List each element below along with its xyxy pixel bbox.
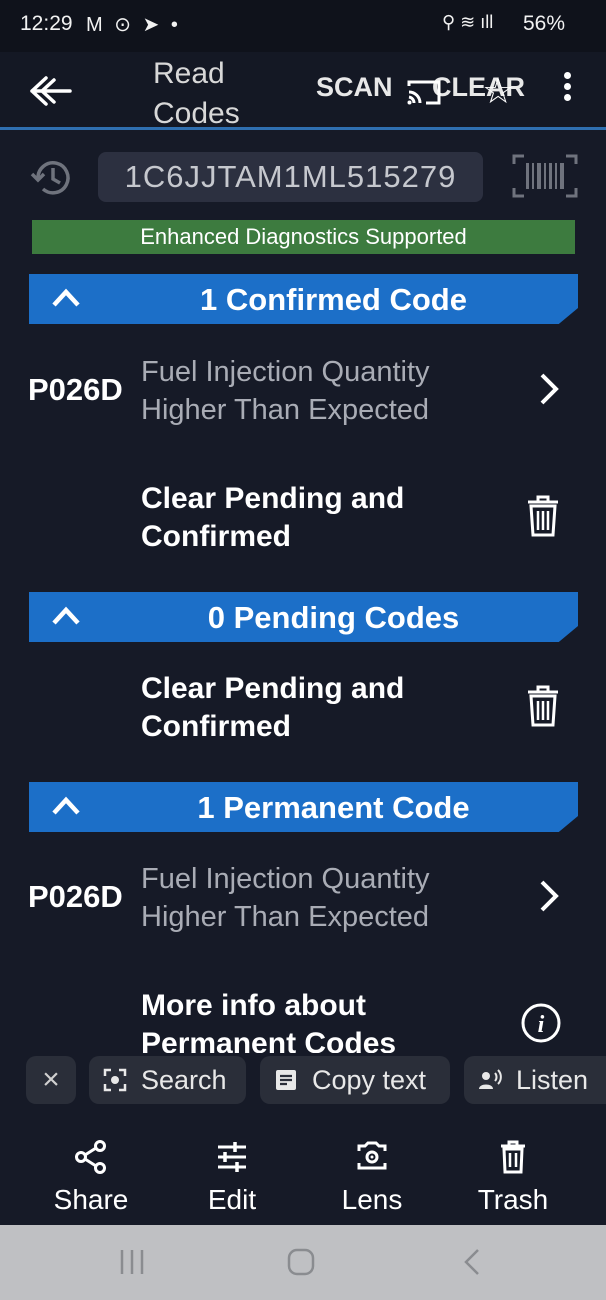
edit-action[interactable]: Edit <box>172 1140 292 1216</box>
lens-icon <box>357 1141 387 1170</box>
back-arrow-icon[interactable] <box>28 74 74 108</box>
chip-label: Listen <box>516 1065 589 1095</box>
trash-icon[interactable] <box>524 684 562 728</box>
favorite-star-icon[interactable]: ☆ <box>482 70 514 112</box>
scan-button[interactable]: SCAN <box>316 72 393 103</box>
cast-icon[interactable] <box>406 78 442 106</box>
status-bar: 12:29 M ⊙ ➤ • ⚲ ≋ ıll 56% <box>0 0 606 52</box>
action-label: Edit <box>207 1184 257 1215</box>
lens-action[interactable]: Lens <box>312 1140 432 1216</box>
page-title: Read Codes <box>153 57 240 130</box>
close-chip[interactable]: × <box>26 1056 76 1104</box>
chevron-up-icon <box>52 288 80 307</box>
trash-icon[interactable] <box>524 494 562 538</box>
pending-codes-header[interactable]: 0 Pending Codes <box>29 592 578 642</box>
app-bar-divider <box>0 127 606 130</box>
section-title: 0 Pending Codes <box>207 600 460 635</box>
section-title: 1 Confirmed Code <box>200 282 467 317</box>
chip-label: Search <box>141 1065 227 1095</box>
action-label: Trash <box>477 1184 549 1215</box>
chevron-up-icon <box>52 796 80 815</box>
system-nav-bar <box>0 1225 606 1300</box>
notification-icons: M ⊙ ➤ • <box>86 14 181 36</box>
dtc-description[interactable]: Fuel Injection Quantity Higher Than Expe… <box>141 860 471 936</box>
system-icons: ⚲ ≋ ıll <box>442 12 494 32</box>
enhanced-diagnostics-banner: Enhanced Diagnostics Supported <box>32 220 575 254</box>
section-title: 1 Permanent Code <box>197 790 470 825</box>
battery-level: 56% <box>523 12 566 35</box>
chip-label: Copy text <box>312 1065 427 1095</box>
dtc-code[interactable]: P026D <box>28 372 123 408</box>
home-icon[interactable] <box>286 1247 316 1277</box>
edit-sliders-icon <box>218 1142 246 1172</box>
overflow-menu-icon[interactable] <box>560 72 574 108</box>
vin-field[interactable]: 1C6JJTAM1ML515279 <box>98 152 483 202</box>
trash-icon <box>501 1140 525 1174</box>
chevron-right-icon[interactable] <box>536 878 562 914</box>
recent-apps-icon[interactable] <box>118 1247 146 1277</box>
action-label: Share <box>53 1184 129 1215</box>
history-icon[interactable] <box>28 156 76 200</box>
dtc-description[interactable]: Fuel Injection Quantity Higher Than Expe… <box>141 353 471 429</box>
dtc-code[interactable]: P026D <box>28 879 123 915</box>
clear-pending-confirmed-label[interactable]: Clear Pending and Confirmed <box>141 480 471 556</box>
share-action[interactable]: Share <box>31 1140 151 1216</box>
permanent-codes-header[interactable]: 1 Permanent Code <box>29 782 578 832</box>
trash-action[interactable]: Trash <box>453 1140 573 1216</box>
info-icon[interactable]: i <box>520 1002 562 1044</box>
chevron-right-icon[interactable] <box>536 371 562 407</box>
app-bar: Read Codes SCAN CLEAR ☆ <box>0 52 606 130</box>
share-icon <box>75 1140 106 1174</box>
back-nav-icon[interactable] <box>460 1247 484 1277</box>
svg-text:i: i <box>538 1012 545 1038</box>
listen-icon <box>479 1069 502 1089</box>
chevron-up-icon <box>52 606 80 625</box>
barcode-scanner-icon[interactable] <box>512 154 578 198</box>
action-label: Lens <box>341 1184 403 1215</box>
copy-text-chip[interactable]: Copy text <box>260 1056 450 1104</box>
copy-text-icon <box>276 1070 296 1090</box>
search-chip[interactable]: Search <box>89 1056 246 1104</box>
close-icon: × <box>42 1063 60 1096</box>
clear-pending-confirmed-label[interactable]: Clear Pending and Confirmed <box>141 670 471 746</box>
lens-search-icon <box>103 1068 127 1092</box>
status-time: 12:29 <box>20 12 73 35</box>
listen-chip[interactable]: Listen <box>464 1056 606 1104</box>
permanent-codes-info-label[interactable]: More info about Permanent Codes <box>141 987 471 1053</box>
confirmed-codes-header[interactable]: 1 Confirmed Code <box>29 274 578 324</box>
